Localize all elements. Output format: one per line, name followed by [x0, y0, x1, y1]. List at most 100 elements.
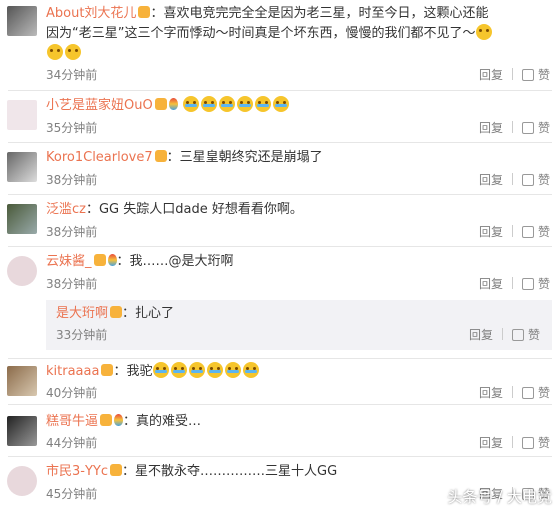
username-link[interactable]: 糕哥牛逼 — [46, 414, 98, 429]
comment-time: 33分钟前 — [56, 328, 108, 342]
comment-time: 38分钟前 — [46, 173, 98, 187]
crying-emoji-icon — [153, 362, 170, 378]
comment-time: 35分钟前 — [46, 121, 98, 135]
like-thumb-icon[interactable] — [521, 437, 534, 449]
avatar[interactable] — [7, 366, 37, 396]
divider — [511, 68, 513, 80]
vip-badge-icon — [110, 306, 123, 318]
comment-time: 38分钟前 — [46, 225, 98, 239]
like-thumb-icon[interactable] — [521, 69, 534, 81]
like-button[interactable]: 赞 — [538, 173, 550, 187]
username-link[interactable]: 云妹酱_ — [46, 254, 92, 269]
comment-item: kitraaaa ：我驼 40分钟前 回复 赞 — [0, 360, 560, 405]
comment-text: ：我……@是大珩啊 — [116, 254, 234, 269]
crying-emoji-icon — [207, 362, 224, 378]
reply-button[interactable]: 回复 — [479, 386, 503, 400]
comment-time: 40分钟前 — [46, 386, 98, 400]
crying-emoji-icon — [243, 362, 260, 378]
crying-emoji-icon — [200, 96, 217, 112]
vip-badge-icon — [138, 6, 151, 18]
comment-text: ：星不散永夺……………三星十人GG — [122, 464, 338, 479]
comment-divider — [8, 456, 552, 457]
username-link[interactable]: kitraaaa — [46, 364, 99, 379]
like-thumb-icon[interactable] — [521, 174, 534, 186]
avatar[interactable] — [7, 466, 37, 496]
crying-emoji-icon — [171, 362, 188, 378]
balloon-badge-icon — [168, 98, 178, 110]
reply-button[interactable]: 回复 — [479, 277, 503, 291]
comment-time: 38分钟前 — [46, 277, 98, 291]
divider — [511, 386, 513, 398]
comment-time: 44分钟前 — [46, 436, 98, 450]
like-thumb-icon[interactable] — [521, 278, 534, 290]
comment-text: ：扎心了 — [122, 306, 175, 321]
reply-button[interactable]: 回复 — [479, 121, 503, 135]
nested-reply: 是大珩啊 ：扎心了 33分钟前 回复 赞 — [46, 300, 552, 350]
divider — [511, 121, 513, 133]
like-thumb-icon[interactable] — [511, 329, 524, 341]
comment-text-continued: 因为“老三星”这三个字而悸动～时间真是个坏东西，慢慢的我们都不见了～ — [46, 26, 476, 41]
comment-item: Koro1Clearlove7 ：三星皇朝终究还是崩塌了 38分钟前 回复 赞 — [0, 144, 560, 196]
comment-item: 泛滥cz：GG 失踪人口dade 好想看看你啊。 38分钟前 回复 赞 — [0, 196, 560, 248]
username-link[interactable]: 市民3-YYc — [46, 464, 108, 479]
avatar[interactable] — [7, 6, 37, 36]
avatar[interactable] — [7, 100, 37, 130]
divider — [501, 328, 503, 340]
divider — [511, 173, 513, 185]
comment-time: 45分钟前 — [46, 487, 98, 501]
comment-divider — [8, 142, 552, 143]
crying-emoji-icon — [189, 362, 206, 378]
crying-emoji-icon — [236, 96, 253, 112]
like-button[interactable]: 赞 — [538, 436, 550, 450]
like-thumb-icon[interactable] — [521, 122, 534, 134]
like-button[interactable]: 赞 — [538, 121, 550, 135]
username-link[interactable]: 小艺是蓝家妞OuO — [46, 98, 153, 113]
divider — [511, 225, 513, 237]
reply-button[interactable]: 回复 — [479, 68, 503, 82]
comment-item: 糕哥牛逼 ：真的难受… 44分钟前 回复 赞 — [0, 408, 560, 458]
comment-text: ：GG 失踪人口dade 好想看看你啊。 — [85, 202, 303, 217]
comment-divider — [8, 404, 552, 405]
comment-divider — [8, 194, 552, 195]
comment-item: About刘大花儿 ：喜欢电竞完完全全是因为老三星，时至今日，这颗心还能 因为“老… — [0, 0, 560, 92]
comment-text: ：三星皇朝终究还是崩塌了 — [166, 150, 323, 165]
comment-divider — [8, 358, 552, 359]
username-link[interactable]: 是大珩啊 — [56, 306, 108, 321]
vip-badge-icon — [154, 98, 167, 110]
crying-emoji-icon — [218, 96, 235, 112]
username-link[interactable]: Koro1Clearlove7 — [46, 150, 153, 165]
like-button[interactable]: 赞 — [528, 328, 540, 342]
crying-emoji-icon — [254, 96, 271, 112]
avatar[interactable] — [7, 152, 37, 182]
vip-badge-icon — [154, 150, 167, 162]
like-thumb-icon[interactable] — [521, 226, 534, 238]
reply-button[interactable]: 回复 — [469, 328, 493, 342]
like-thumb-icon[interactable] — [521, 387, 534, 399]
comment-text: ：我驼 — [113, 364, 153, 379]
like-button[interactable]: 赞 — [538, 225, 550, 239]
comment-divider — [8, 90, 552, 91]
username-link[interactable]: 泛滥cz — [46, 202, 86, 217]
vip-badge-icon — [93, 254, 106, 266]
smile-emoji-icon — [476, 24, 493, 40]
like-button[interactable]: 赞 — [538, 277, 550, 291]
balloon-badge-icon — [107, 254, 117, 266]
avatar[interactable] — [7, 256, 37, 286]
sad-emoji-icon — [65, 44, 81, 60]
avatar[interactable] — [7, 416, 37, 446]
crying-emoji-icon — [272, 96, 289, 112]
like-button[interactable]: 赞 — [538, 68, 550, 82]
comment-text: ：真的难受… — [123, 414, 202, 429]
reply-button[interactable]: 回复 — [479, 173, 503, 187]
like-button[interactable]: 赞 — [538, 386, 550, 400]
reply-button[interactable]: 回复 — [479, 225, 503, 239]
balloon-badge-icon — [114, 414, 124, 426]
watermark: 头条号 / 大电竞 — [447, 488, 552, 506]
reply-button[interactable]: 回复 — [479, 436, 503, 450]
avatar[interactable] — [7, 204, 37, 234]
divider — [511, 277, 513, 289]
sad-emoji-icon — [47, 44, 63, 60]
username-link[interactable]: About刘大花儿 — [46, 6, 136, 21]
divider — [511, 436, 513, 448]
comment-divider — [8, 246, 552, 247]
